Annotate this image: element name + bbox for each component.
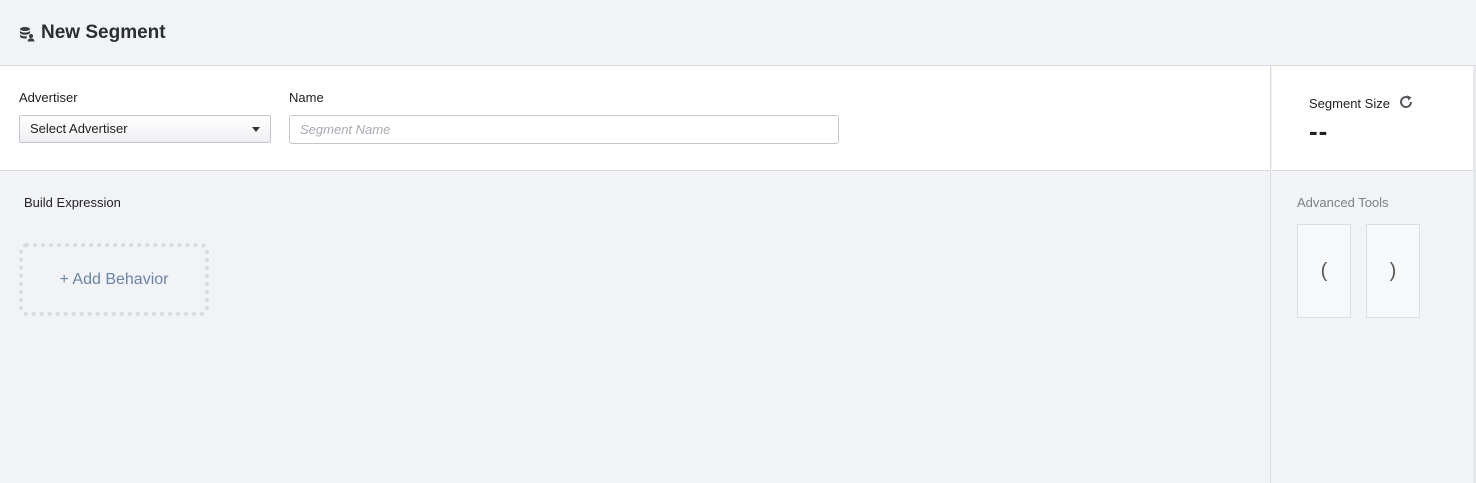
caret-down-icon <box>252 127 260 132</box>
page-title: New Segment <box>41 21 166 43</box>
page-header: New Segment <box>0 0 1476 66</box>
advertiser-label: Advertiser <box>19 90 78 105</box>
segment-name-input[interactable] <box>289 115 839 144</box>
advanced-tools-panel: Advanced Tools ( ) <box>1272 171 1473 483</box>
open-paren-label: ( <box>1320 259 1328 282</box>
advertiser-select[interactable]: Select Advertiser <box>19 115 271 143</box>
database-user-icon <box>20 26 35 41</box>
name-label: Name <box>289 90 324 105</box>
add-behavior-label: + Add Behavior <box>59 270 169 288</box>
advertiser-select-value: Select Advertiser <box>30 121 128 136</box>
segment-form: Advertiser Select Advertiser Name <box>0 66 1271 171</box>
refresh-icon[interactable] <box>1398 94 1414 110</box>
add-behavior-button[interactable]: + Add Behavior <box>19 243 209 316</box>
open-paren-button[interactable]: ( <box>1297 224 1351 318</box>
advanced-tools-title: Advanced Tools <box>1297 195 1389 210</box>
close-paren-label: ) <box>1389 259 1397 282</box>
close-paren-button[interactable]: ) <box>1366 224 1420 318</box>
build-expression-title: Build Expression <box>24 195 121 210</box>
segment-size-value: -- <box>1309 116 1329 146</box>
segment-size-panel: Segment Size -- <box>1272 66 1473 171</box>
segment-size-label: Segment Size <box>1309 96 1390 111</box>
build-expression-panel: Build Expression + Add Behavior <box>0 171 1271 483</box>
